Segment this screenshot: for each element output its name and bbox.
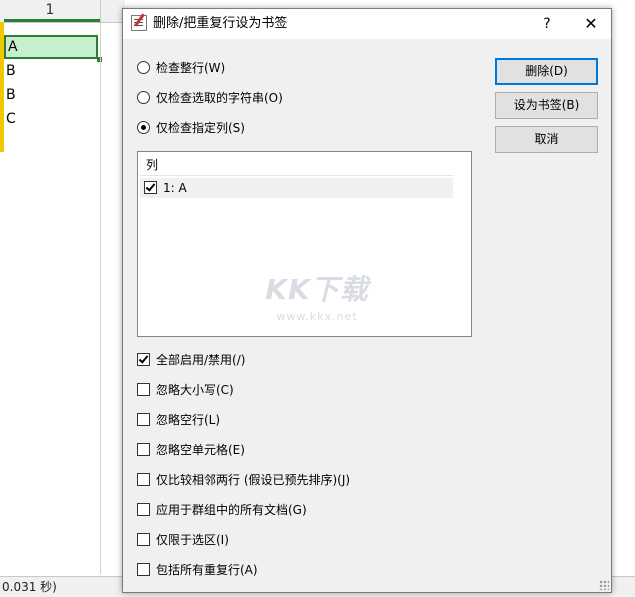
- delete-duplicates-dialog: 删除/把重复行设为书签 ? ✕ 检查整行(W) 仅检查选取的字符串(O) 仅检查…: [122, 8, 612, 593]
- radio-icon: [137, 91, 150, 104]
- close-button[interactable]: ✕: [571, 9, 611, 39]
- column-divider: [100, 22, 101, 574]
- checkbox-include-all-duplicates[interactable]: 包括所有重复行(A): [137, 561, 258, 579]
- checkbox-label: 忽略空行(L): [156, 413, 221, 427]
- cancel-button[interactable]: 取消: [495, 126, 598, 153]
- cell-row-3[interactable]: B: [4, 83, 98, 107]
- column-header-label: 1: [45, 2, 55, 18]
- list-item-column-1[interactable]: 1: A: [140, 178, 453, 198]
- dialog-titlebar[interactable]: 删除/把重复行设为书签 ? ✕: [123, 9, 611, 39]
- checkbox-label: 仅比较相邻两行 (假设已预先排序)(J): [156, 473, 351, 487]
- checkbox-label: 忽略空单元格(E): [156, 443, 245, 457]
- dialog-title: 删除/把重复行设为书签: [153, 16, 288, 31]
- radio-check-whole-row[interactable]: 检查整行(W): [137, 59, 225, 77]
- radio-check-specified-columns[interactable]: 仅检查指定列(S): [137, 119, 245, 137]
- status-text: 0.031 秒): [2, 580, 57, 594]
- radio-icon: [137, 61, 150, 74]
- checkbox-label: 全部启用/禁用(/): [156, 353, 246, 367]
- cell-row-4[interactable]: C: [4, 107, 98, 131]
- checkbox-toggle-all[interactable]: 全部启用/禁用(/): [137, 351, 245, 369]
- radio-selected-icon: [137, 121, 150, 134]
- app-icon: [131, 15, 147, 31]
- resize-grip-icon[interactable]: [599, 580, 609, 590]
- checkbox-icon: [137, 383, 150, 396]
- column-listbox[interactable]: 列 1: A KK下载 www.kkx.net: [137, 151, 472, 337]
- checkbox-checked-icon: [137, 353, 150, 366]
- radio-label: 检查整行(W): [156, 61, 226, 75]
- list-column-header[interactable]: 列: [140, 154, 453, 176]
- delete-button[interactable]: 删除(D): [495, 58, 598, 85]
- bookmark-button[interactable]: 设为书签(B): [495, 92, 598, 119]
- checkbox-label: 忽略大小写(C): [156, 383, 234, 397]
- checkbox-icon: [137, 503, 150, 516]
- checkbox-icon: [137, 443, 150, 456]
- checkbox-ignore-empty-cells[interactable]: 忽略空单元格(E): [137, 441, 245, 459]
- help-button[interactable]: ?: [527, 9, 567, 39]
- radio-label: 仅检查选取的字符串(O): [156, 91, 283, 105]
- watermark: KK下载 www.kkx.net: [262, 268, 372, 323]
- watermark-url: www.kkx.net: [276, 310, 358, 323]
- checkbox-label: 包括所有重复行(A): [156, 563, 258, 577]
- list-item-label: 1: A: [163, 181, 187, 195]
- checkbox-label: 仅限于选区(I): [156, 533, 229, 547]
- radio-label: 仅检查指定列(S): [156, 121, 245, 135]
- checkbox-apply-to-group[interactable]: 应用于群组中的所有文档(G): [137, 501, 307, 519]
- cell-row-1[interactable]: A: [4, 35, 98, 59]
- column-selection-indicator: [4, 19, 100, 22]
- checkbox-icon: [137, 413, 150, 426]
- column-header-1[interactable]: 1: [0, 0, 100, 23]
- checkbox-ignore-empty-lines[interactable]: 忽略空行(L): [137, 411, 220, 429]
- radio-check-selected-string[interactable]: 仅检查选取的字符串(O): [137, 89, 283, 107]
- checkbox-icon: [137, 533, 150, 546]
- checkbox-selection-only[interactable]: 仅限于选区(I): [137, 531, 229, 549]
- checkbox-checked-icon[interactable]: [144, 181, 157, 194]
- checkbox-ignore-case[interactable]: 忽略大小写(C): [137, 381, 234, 399]
- checkbox-icon: [137, 473, 150, 486]
- checkbox-adjacent-rows-only[interactable]: 仅比较相邻两行 (假设已预先排序)(J): [137, 471, 350, 489]
- checkbox-label: 应用于群组中的所有文档(G): [156, 503, 307, 517]
- checkbox-icon: [137, 563, 150, 576]
- watermark-logo: KK下载: [265, 273, 369, 306]
- cell-row-2[interactable]: B: [4, 59, 98, 83]
